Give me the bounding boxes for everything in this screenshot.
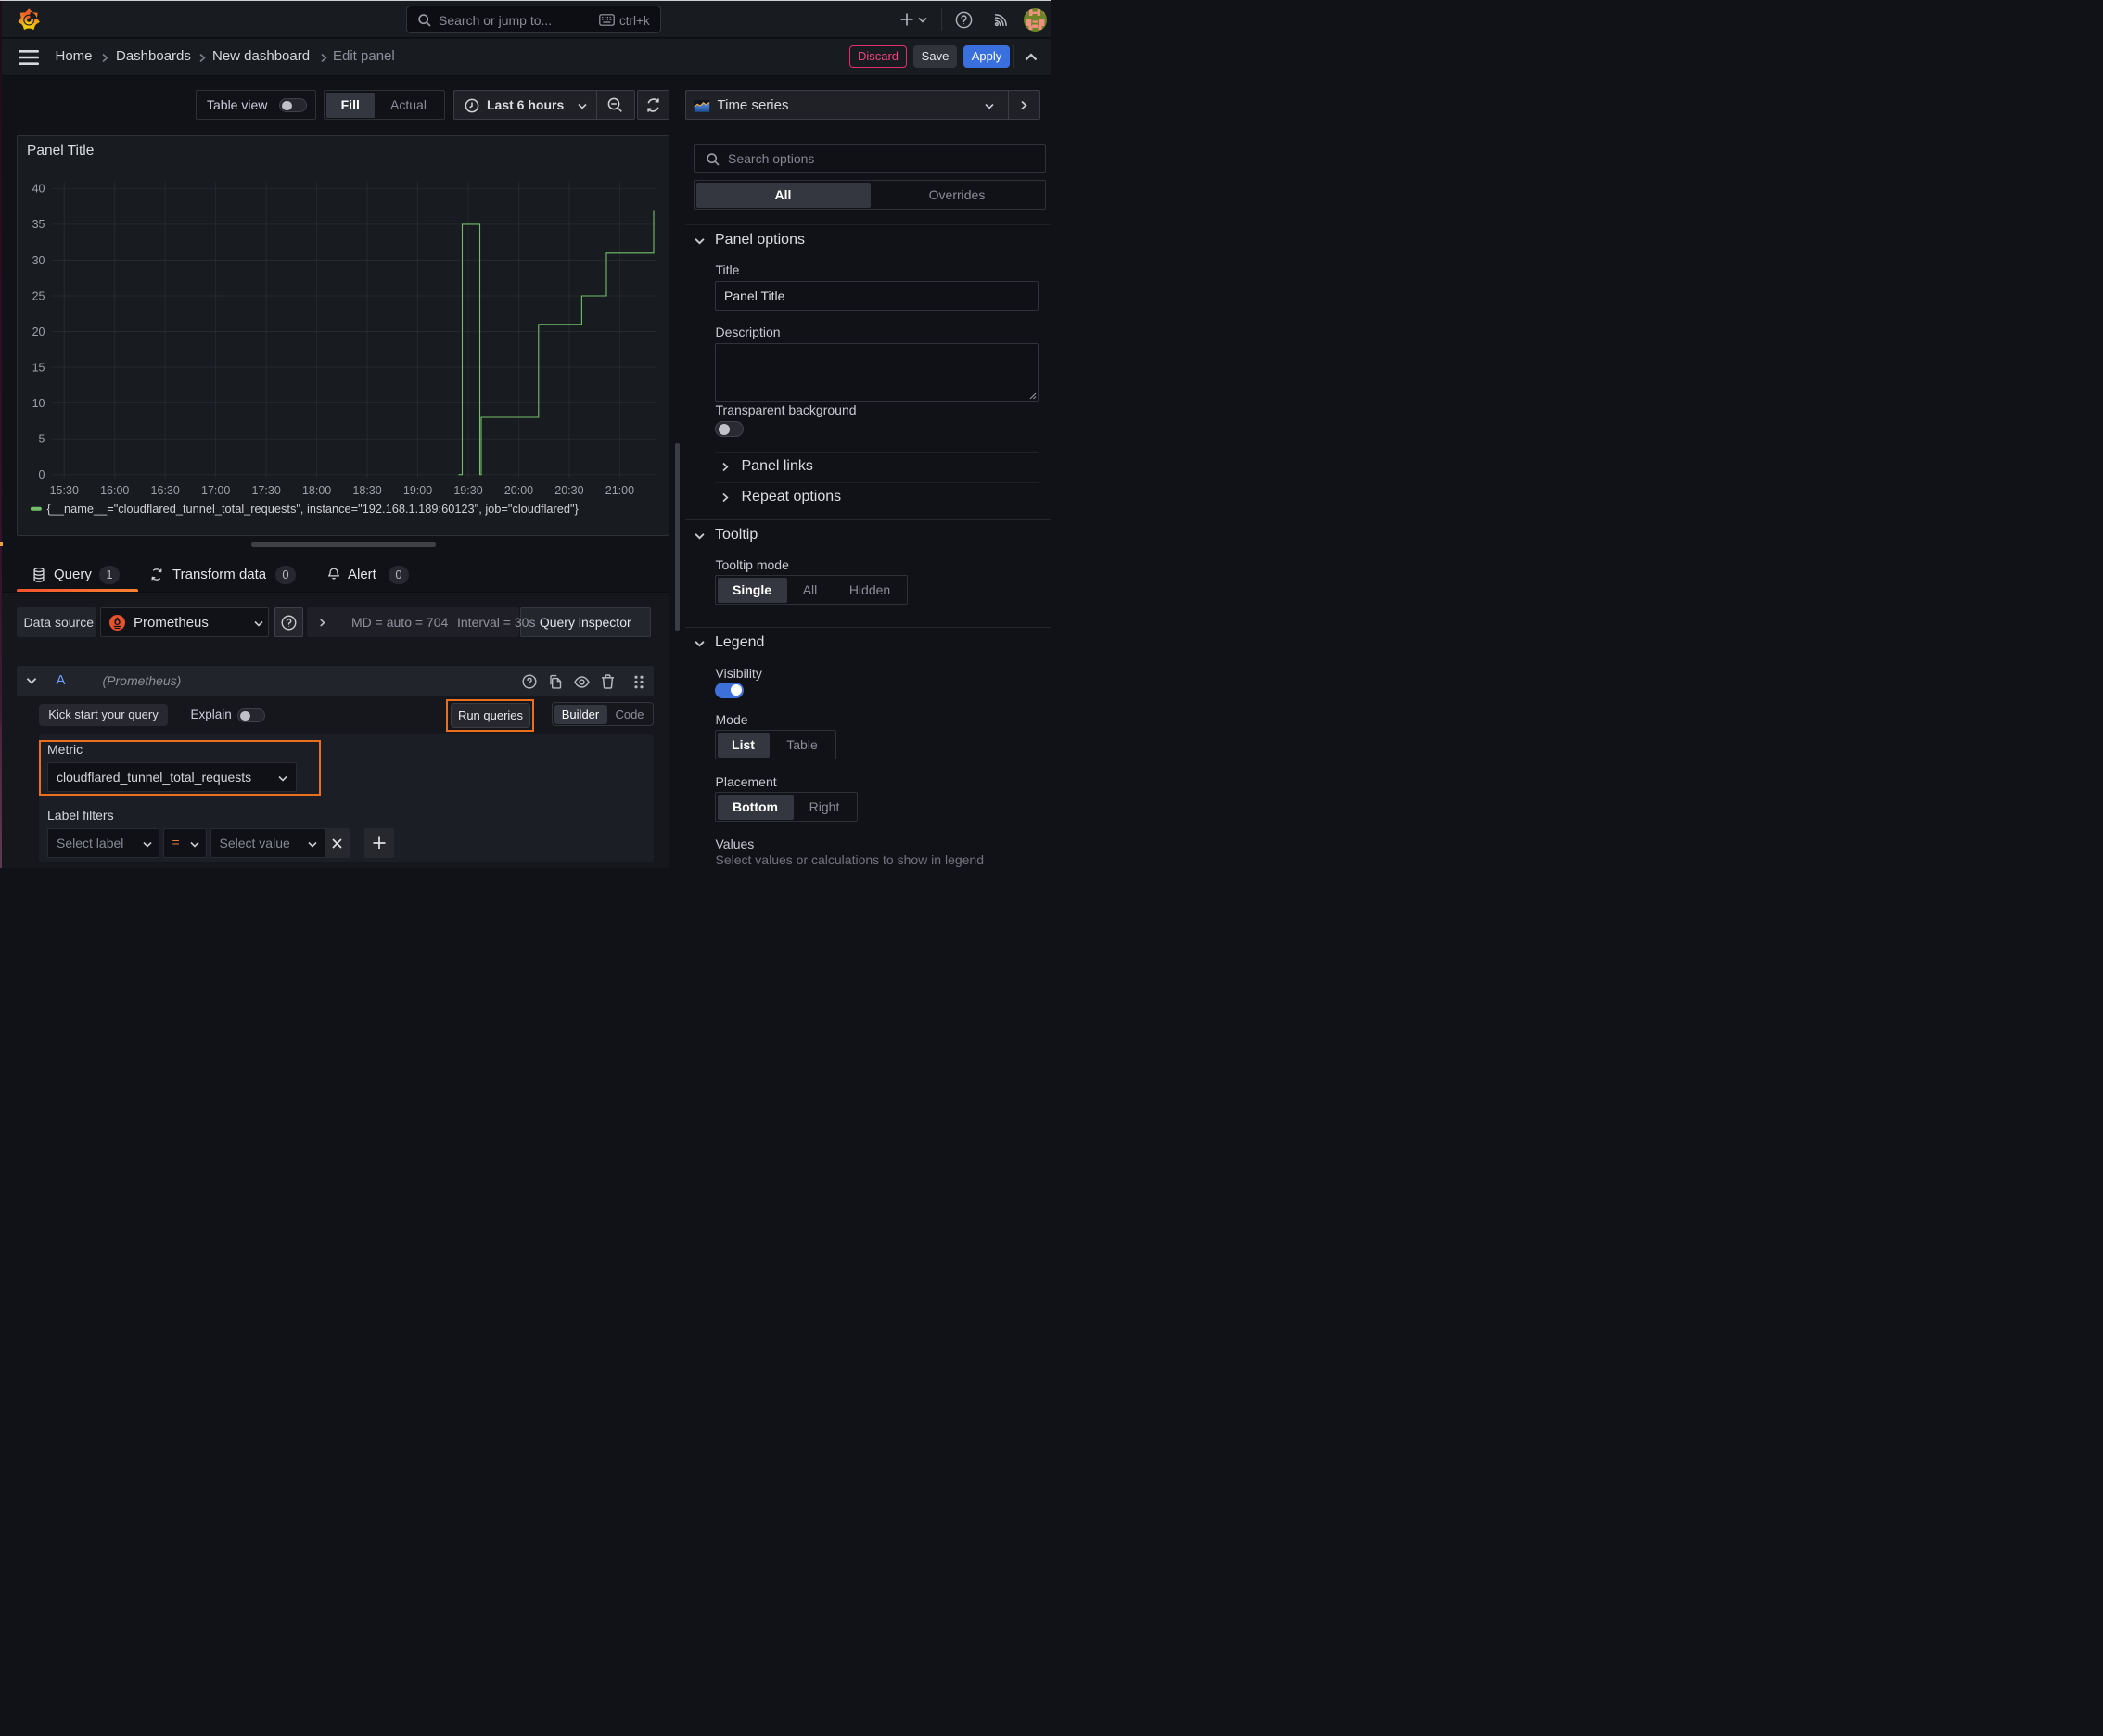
svg-text:15: 15 — [32, 361, 45, 374]
svg-text:18:30: 18:30 — [352, 484, 381, 497]
svg-text:20: 20 — [32, 325, 45, 338]
svg-text:17:00: 17:00 — [201, 484, 230, 497]
svg-text:25: 25 — [32, 289, 45, 302]
svg-text:18:00: 18:00 — [301, 484, 330, 497]
svg-text:5: 5 — [38, 432, 45, 445]
svg-text:19:30: 19:30 — [453, 484, 482, 497]
svg-text:30: 30 — [32, 253, 45, 266]
svg-text:40: 40 — [32, 182, 45, 195]
svg-text:{__name__="cloudflared_tunnel_: {__name__="cloudflared_tunnel_total_requ… — [46, 502, 579, 516]
svg-text:0: 0 — [38, 468, 45, 481]
svg-text:16:30: 16:30 — [150, 484, 179, 497]
svg-text:21:00: 21:00 — [605, 484, 633, 497]
svg-text:20:30: 20:30 — [554, 484, 583, 497]
svg-text:10: 10 — [32, 396, 45, 409]
svg-text:17:30: 17:30 — [251, 484, 280, 497]
svg-text:35: 35 — [32, 218, 45, 231]
svg-text:20:00: 20:00 — [503, 484, 532, 497]
svg-text:15:30: 15:30 — [49, 484, 78, 497]
svg-text:16:00: 16:00 — [100, 484, 129, 497]
svg-text:19:00: 19:00 — [402, 484, 431, 497]
